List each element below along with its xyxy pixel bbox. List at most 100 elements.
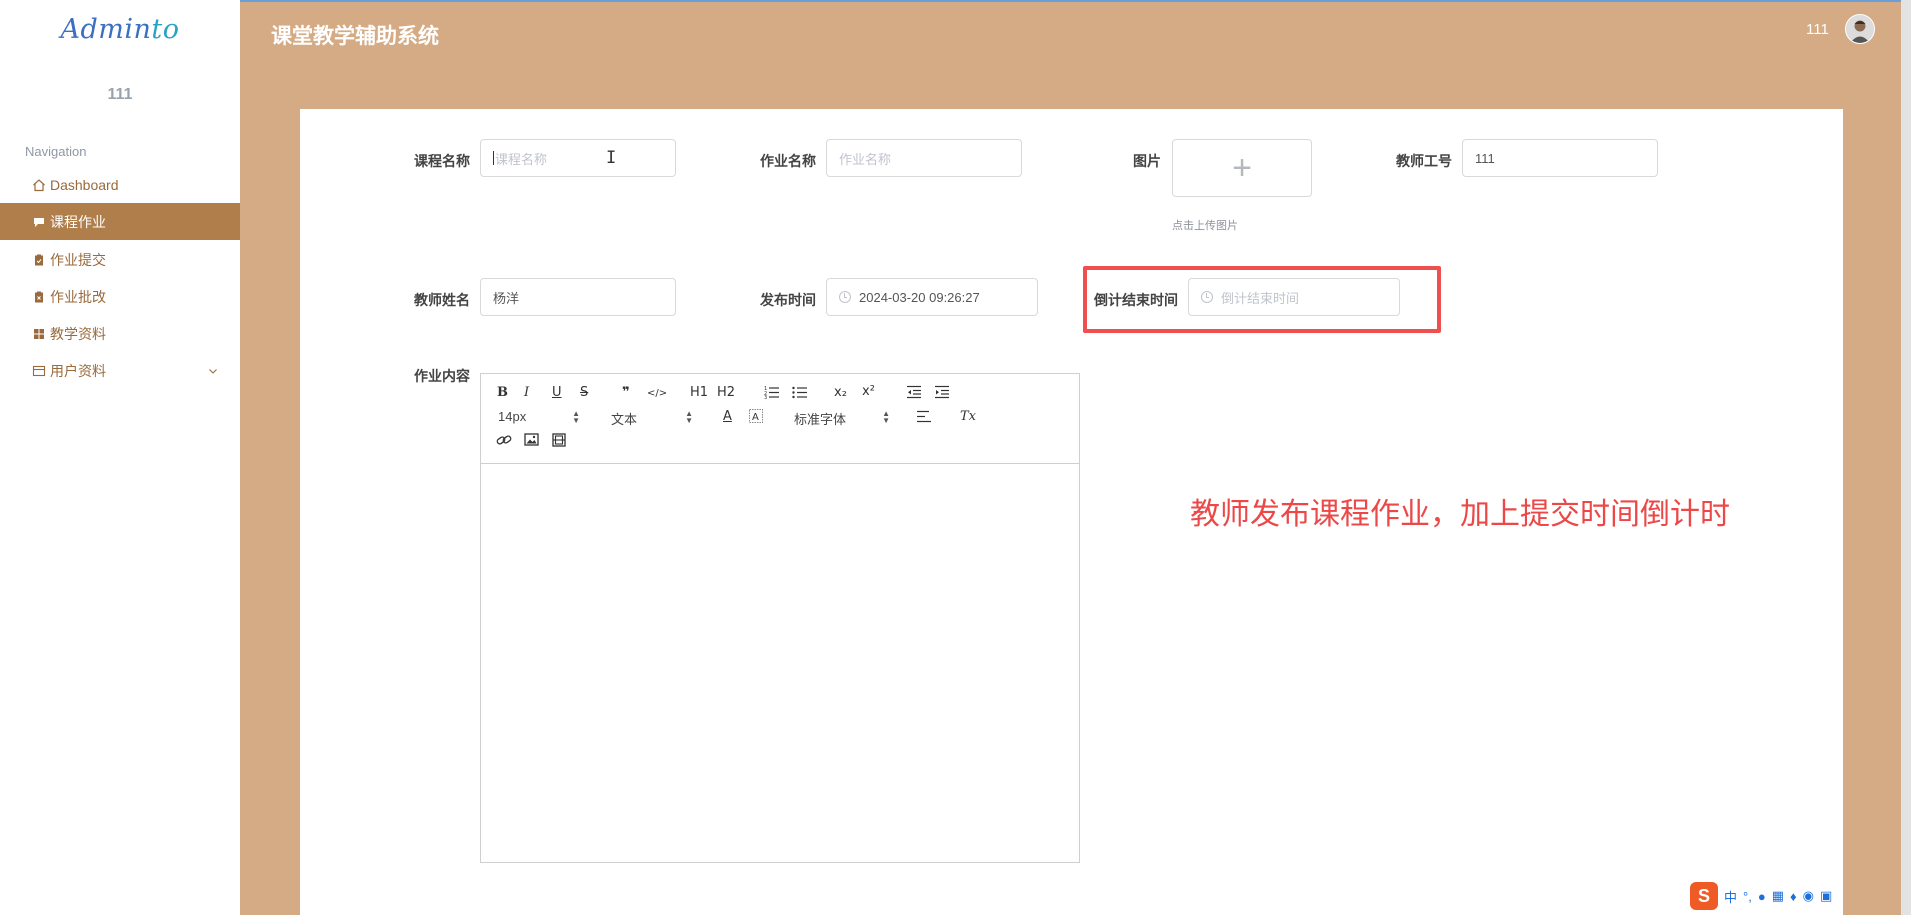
- clock-icon: [1201, 291, 1213, 303]
- publish-time-label: 发布时间: [760, 292, 816, 308]
- font-family-value: 标准字体: [794, 412, 847, 427]
- homework-name-placeholder: 作业名称: [839, 151, 892, 167]
- sidebar-item-homework-grading[interactable]: 作业批改: [0, 278, 240, 315]
- plus-icon: +: [1232, 148, 1252, 187]
- teacher-name-label: 教师姓名: [414, 292, 470, 308]
- user-avatar-icon: [1846, 15, 1874, 43]
- sidebar-item-label: 作业提交: [50, 251, 106, 268]
- chevron-down-icon: [208, 363, 218, 379]
- image-icon[interactable]: [524, 433, 539, 451]
- italic-button[interactable]: I: [524, 385, 529, 401]
- countdown-end-label: 倒计结束时间: [1094, 292, 1178, 308]
- sidebar: Adminto 111 Navigation Dashboard 课程作业 作业…: [0, 0, 240, 915]
- window-top-border: [0, 0, 1911, 2]
- page-scrollbar[interactable]: [1901, 0, 1911, 915]
- chinese-mode-icon[interactable]: 中: [1724, 887, 1737, 906]
- font-size-select[interactable]: 14px ▲ ▼: [498, 409, 580, 425]
- sogou-ime-icon[interactable]: S: [1690, 882, 1718, 910]
- link-icon[interactable]: [496, 433, 512, 452]
- sidebar-item-dashboard[interactable]: Dashboard: [0, 166, 240, 203]
- indent-icon[interactable]: [934, 385, 950, 404]
- clock-icon: [839, 291, 851, 303]
- toolbox-icon[interactable]: ▣: [1820, 888, 1832, 904]
- select-arrows-icon: ▲ ▼: [685, 409, 693, 425]
- outdent-icon[interactable]: [906, 385, 922, 404]
- countdown-end-picker[interactable]: 倒计结束时间: [1188, 278, 1400, 316]
- select-arrows-icon: ▲ ▼: [572, 409, 580, 425]
- homework-name-label: 作业名称: [760, 153, 816, 169]
- video-icon[interactable]: [552, 433, 566, 452]
- assistant-icon[interactable]: ◉: [1803, 888, 1814, 904]
- font-family-select[interactable]: 标准字体 ▲ ▼: [794, 409, 890, 428]
- header-select-value: 文本: [611, 412, 638, 427]
- superscript-button[interactable]: x²: [862, 384, 875, 400]
- home-icon: [32, 178, 46, 192]
- image-label: 图片: [1133, 153, 1161, 169]
- logo-text: Admin: [60, 14, 152, 45]
- teacher-name-input[interactable]: 杨洋: [480, 278, 676, 316]
- subscript-button[interactable]: x₂: [834, 385, 847, 401]
- teacher-id-label: 教师工号: [1396, 153, 1452, 169]
- editor-content-area[interactable]: [481, 464, 1079, 862]
- app-title: 课堂教学辅助系统: [271, 25, 439, 48]
- course-name-label: 课程名称: [414, 153, 470, 169]
- nav-heading: Navigation: [25, 144, 87, 159]
- header2-button[interactable]: H2: [717, 385, 735, 401]
- chat-icon: [32, 215, 46, 229]
- punctuation-icon[interactable]: °,: [1743, 889, 1752, 904]
- keyboard-icon[interactable]: ▦: [1772, 888, 1784, 904]
- mouse-ibeam-cursor: I: [606, 148, 617, 168]
- countdown-end-placeholder: 倒计结束时间: [1221, 290, 1300, 306]
- avatar[interactable]: [1845, 14, 1875, 44]
- underline-button[interactable]: U: [552, 385, 562, 401]
- homework-name-input[interactable]: 作业名称: [826, 139, 1022, 177]
- sidebar-item-course-homework[interactable]: 课程作业: [0, 203, 240, 240]
- code-block-button[interactable]: </>: [647, 386, 667, 402]
- align-left-icon[interactable]: [916, 410, 932, 428]
- sidebar-item-teaching-materials[interactable]: 教学资料: [0, 315, 240, 352]
- font-color-button[interactable]: A: [723, 409, 732, 425]
- clipboard-icon: [32, 253, 46, 267]
- sidebar-username: 111: [107, 86, 133, 103]
- logo-accent-text: to: [151, 14, 180, 45]
- bold-button[interactable]: B: [497, 385, 508, 401]
- publish-time-value: 2024-03-20 09:26:27: [859, 289, 980, 305]
- text-caret: [493, 151, 494, 165]
- ime-toolbar[interactable]: S 中 °, ● ▦ ♦ ◉ ▣: [1690, 880, 1832, 912]
- strike-button[interactable]: S: [580, 385, 588, 401]
- header1-button[interactable]: H1: [690, 385, 708, 401]
- teacher-id-value: 111: [1475, 150, 1495, 166]
- card-icon: [32, 364, 46, 378]
- logo[interactable]: Adminto: [0, 14, 240, 45]
- header-select[interactable]: 文本 ▲ ▼: [611, 409, 693, 428]
- background-color-icon[interactable]: A: [749, 409, 763, 428]
- sidebar-item-user-profile[interactable]: 用户资料: [0, 352, 240, 389]
- skin-icon[interactable]: ♦: [1790, 889, 1797, 904]
- ordered-list-icon[interactable]: 123: [764, 385, 780, 404]
- sidebar-item-label: 教学资料: [50, 325, 106, 342]
- sidebar-item-homework-submit[interactable]: 作业提交: [0, 241, 240, 278]
- clear-format-button[interactable]: Tx: [960, 409, 976, 425]
- publish-time-picker[interactable]: 2024-03-20 09:26:27: [826, 278, 1038, 316]
- course-name-input[interactable]: 课程名称: [480, 139, 676, 177]
- clipboard-check-icon: [32, 290, 46, 304]
- course-name-placeholder: 课程名称: [495, 151, 548, 167]
- svg-text:A: A: [752, 412, 759, 423]
- svg-text:3: 3: [764, 395, 767, 399]
- select-arrows-icon: ▲ ▼: [882, 409, 890, 425]
- teacher-name-value: 杨洋: [493, 290, 520, 306]
- upload-hint: 点击上传图片: [1172, 220, 1238, 232]
- teacher-id-input[interactable]: 111: [1462, 139, 1658, 177]
- image-upload-button[interactable]: +: [1172, 139, 1312, 197]
- bullet-list-icon[interactable]: [792, 385, 808, 404]
- grid-icon: [32, 327, 46, 341]
- annotation-text: 教师发布课程作业，加上提交时间倒计时: [1190, 498, 1730, 531]
- rich-text-editor: B I U S ❞ </> H1 H2 123 x₂ x² 14px ▲ ▼ 文本…: [480, 373, 1080, 863]
- sidebar-item-label: 课程作业: [50, 213, 106, 230]
- font-size-value: 14px: [498, 409, 527, 424]
- content-label: 作业内容: [414, 368, 470, 384]
- microphone-icon[interactable]: ●: [1758, 889, 1766, 904]
- sidebar-item-label: 用户资料: [50, 362, 106, 379]
- header-username[interactable]: 111: [1806, 21, 1829, 38]
- blockquote-button[interactable]: ❞: [622, 385, 630, 401]
